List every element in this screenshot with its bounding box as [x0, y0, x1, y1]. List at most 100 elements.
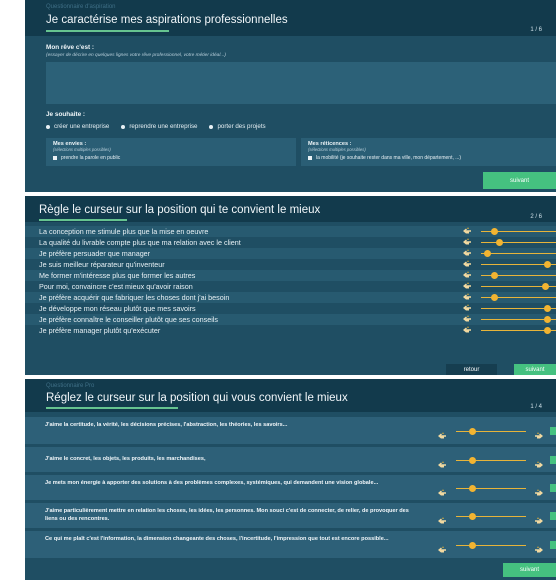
statement-slider[interactable]: [462, 325, 556, 336]
slider-track[interactable]: [456, 487, 526, 489]
slider-track[interactable]: [481, 253, 556, 254]
question-row: Ce qui me plaît c'est l'information, la …: [25, 531, 556, 558]
statement-row: Je suis meilleur réparateur qu'inventeur: [25, 259, 556, 270]
pointing-hand-left-icon: [437, 541, 447, 552]
question-row: Je mets mon énergie à apporter des solut…: [25, 475, 556, 500]
pointing-hand-left-icon: [462, 326, 472, 334]
slider-track[interactable]: [456, 515, 526, 517]
slider-knob[interactable]: [543, 316, 551, 323]
radio-dot: [46, 124, 50, 129]
question-row: J'aime le concret, les objets, les produ…: [25, 447, 556, 472]
slider-knob[interactable]: [468, 512, 476, 520]
statement-row: La qualité du livrable compte plus que m…: [25, 237, 556, 248]
question-text: Ce qui me plaît c'est l'information, la …: [45, 536, 389, 542]
slider-knob[interactable]: [542, 283, 550, 290]
page-title: Règle le curseur sur la position qui te …: [39, 204, 321, 216]
question-slider[interactable]: [437, 510, 556, 523]
questionnaire-name: Questionnaire d'aspiration: [46, 4, 116, 10]
statement-slider[interactable]: [462, 303, 556, 314]
pointing-hand-left-icon: [462, 260, 472, 268]
question-text: Je mets mon énergie à apporter des solut…: [45, 480, 379, 486]
radio-reprendre-entreprise[interactable]: reprendre une entreprise: [121, 123, 197, 130]
slider-track[interactable]: [481, 242, 556, 243]
next-button[interactable]: suivant: [514, 364, 556, 375]
title-underline: [46, 30, 169, 32]
value-indicator: [550, 511, 556, 520]
slider-track[interactable]: [456, 544, 526, 546]
step-indicator: 1 / 6: [530, 27, 542, 33]
radio-creer-entreprise[interactable]: créer une entreprise: [46, 123, 109, 130]
next-button[interactable]: suivant: [503, 563, 556, 577]
checkbox[interactable]: [308, 156, 312, 160]
envies-option-prise-parole[interactable]: prendre la parole en public: [53, 155, 120, 161]
step-indicator: 2 / 6: [530, 214, 542, 220]
slider-knob[interactable]: [543, 305, 551, 312]
statement-row: Je préfère persuader que manager: [25, 248, 556, 259]
page-title: Réglez le curseur sur la position qui vo…: [46, 392, 348, 404]
pointing-hand-left-icon: [462, 271, 472, 279]
slider-knob[interactable]: [491, 294, 499, 301]
statement-slider[interactable]: [462, 270, 556, 281]
statement-slider[interactable]: [462, 292, 556, 303]
statement-slider[interactable]: [462, 259, 556, 270]
slider-track[interactable]: [456, 430, 526, 432]
wish-options: créer une entreprise reprendre une entre…: [46, 123, 266, 130]
statement-row: Je préfère acquérir que fabriquer les ch…: [25, 292, 556, 303]
slider-knob[interactable]: [491, 228, 499, 235]
dream-textarea[interactable]: [46, 62, 556, 104]
pointing-hand-left-icon: [462, 293, 472, 301]
slider-knob[interactable]: [491, 272, 499, 279]
pointing-hand-right-icon: [534, 427, 544, 438]
questionnaire-name: Questionnaire Pro: [46, 383, 95, 389]
slider-knob[interactable]: [468, 484, 476, 492]
slider-knob[interactable]: [543, 261, 551, 268]
statement-text: Je suis meilleur réparateur qu'inventeur: [39, 260, 165, 269]
pointing-hand-right-icon: [534, 541, 544, 552]
slider-knob[interactable]: [484, 250, 492, 257]
slider-knob[interactable]: [468, 427, 476, 435]
reticences-option-mobilite[interactable]: la mobilité (je souhaite rester dans ma …: [308, 155, 461, 161]
panel-header: Règle le curseur sur la position qui te …: [25, 196, 556, 222]
statement-text: Je préfère persuader que manager: [39, 249, 151, 258]
pointing-hand-left-icon: [462, 227, 472, 235]
statement-slider[interactable]: [462, 281, 556, 292]
wish-label: Je souhaite :: [46, 111, 86, 118]
radio-porter-projets[interactable]: porter des projets: [209, 123, 266, 130]
statement-slider[interactable]: [462, 248, 556, 259]
checkbox-label: prendre la parole en public: [61, 155, 121, 161]
question-slider[interactable]: [437, 454, 556, 467]
reticences-box: Mes réticences : (sélections multiples p…: [301, 138, 556, 166]
checkbox[interactable]: [53, 156, 57, 160]
slider-knob[interactable]: [468, 456, 476, 464]
statement-slider[interactable]: [462, 237, 556, 248]
question-text: J'aime la certitude, la vérité, les déci…: [45, 422, 288, 428]
value-indicator: [550, 455, 556, 464]
slider-knob[interactable]: [468, 541, 476, 549]
next-button[interactable]: suivant: [483, 172, 556, 189]
dream-hint: (essayer de décrire en quelques lignes v…: [46, 53, 226, 58]
reticences-hint: (sélections multiples possibles): [308, 147, 366, 152]
pointing-hand-left-icon: [462, 315, 472, 323]
slider-panel-2: Règle le curseur sur la position qui te …: [25, 196, 556, 375]
question-slider[interactable]: [437, 539, 556, 552]
title-underline: [46, 407, 178, 409]
panel-header: Questionnaire Pro Réglez le curseur sur …: [25, 379, 556, 412]
slider-track[interactable]: [456, 459, 526, 461]
step-indicator: 1 / 4: [530, 404, 542, 410]
page-title: Je caractérise mes aspirations professio…: [46, 14, 288, 26]
back-button[interactable]: retour: [446, 364, 497, 375]
statement-row: Pour moi, convaincre c'est mieux qu'avoi…: [25, 281, 556, 292]
slider-knob[interactable]: [495, 239, 503, 246]
value-indicator: [550, 426, 556, 435]
question-slider[interactable]: [437, 482, 556, 495]
statement-slider[interactable]: [462, 226, 556, 237]
aspirations-panel: Questionnaire d'aspiration Je caractéris…: [25, 0, 556, 192]
statement-slider[interactable]: [462, 314, 556, 325]
radio-label: reprendre une entreprise: [129, 123, 198, 130]
pointing-hand-left-icon: [437, 427, 447, 438]
slider-knob[interactable]: [543, 327, 551, 334]
statement-row: Me former m'intéresse plus que former le…: [25, 270, 556, 281]
question-slider[interactable]: [437, 425, 556, 438]
checkbox-label: la mobilité (je souhaite rester dans ma …: [316, 155, 462, 161]
question-row: J'aime particulièrement mettre en relati…: [25, 503, 556, 528]
